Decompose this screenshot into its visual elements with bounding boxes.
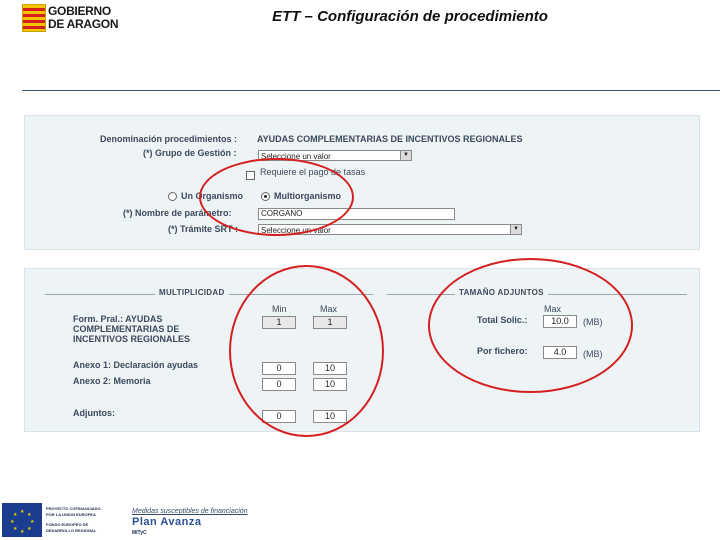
funding-note: Medidas susceptibles de financiación <box>132 508 248 515</box>
eu-flag-icon: ★ ★ ★ ★ ★ ★ ★ ★ <box>2 503 42 537</box>
eu-text-3: FONDO EUROPEO DE <box>46 522 89 527</box>
grupo-gestion-label: (*) Grupo de Gestión : <box>143 148 237 158</box>
procedure-form-panel: Denominación procedimientos : AYUDAS COM… <box>24 115 700 250</box>
eu-text-2: POR LA UNION EUROPEA <box>46 512 96 517</box>
header-divider <box>22 90 720 91</box>
eu-text-4: DESARROLLO REGIONAL <box>46 528 97 533</box>
adjuntos-label: Adjuntos: <box>73 408 115 418</box>
annotation-circle-organismo <box>199 158 354 236</box>
annotation-circle-multiplicidad <box>229 265 384 437</box>
aragon-flag-icon <box>22 4 46 32</box>
gobierno-aragon-logo: GOBIERNO DE ARAGON <box>22 4 130 32</box>
denominacion-label: Denominación procedimientos : <box>100 134 238 144</box>
annotation-circle-tamano <box>428 258 633 393</box>
logo-line2: DE ARAGON <box>48 17 119 31</box>
chevron-down-icon: ▼ <box>400 151 411 160</box>
row-form-pral-label: Form. Pral.: AYUDAS COMPLEMENTARIAS DE I… <box>73 314 191 344</box>
chevron-down-icon: ▼ <box>510 225 521 234</box>
anexo1-label: Anexo 1: Declaración ayudas <box>73 360 199 370</box>
multiplicidad-title: MULTIPLICIDAD <box>155 288 229 297</box>
denominacion-value: AYUDAS COMPLEMENTARIAS DE INCENTIVOS REG… <box>257 134 523 144</box>
mityc-logo: MITyC <box>132 530 147 536</box>
anexo2-label: Anexo 2: Memoria <box>73 376 151 386</box>
plan-avanza-logo: Plan Avanza <box>132 516 202 528</box>
un-organismo-radio[interactable] <box>168 192 177 201</box>
page-title: ETT – Configuración de procedimiento <box>272 8 548 25</box>
eu-text-1: PROYECTO COFINANCIADO <box>46 506 101 511</box>
